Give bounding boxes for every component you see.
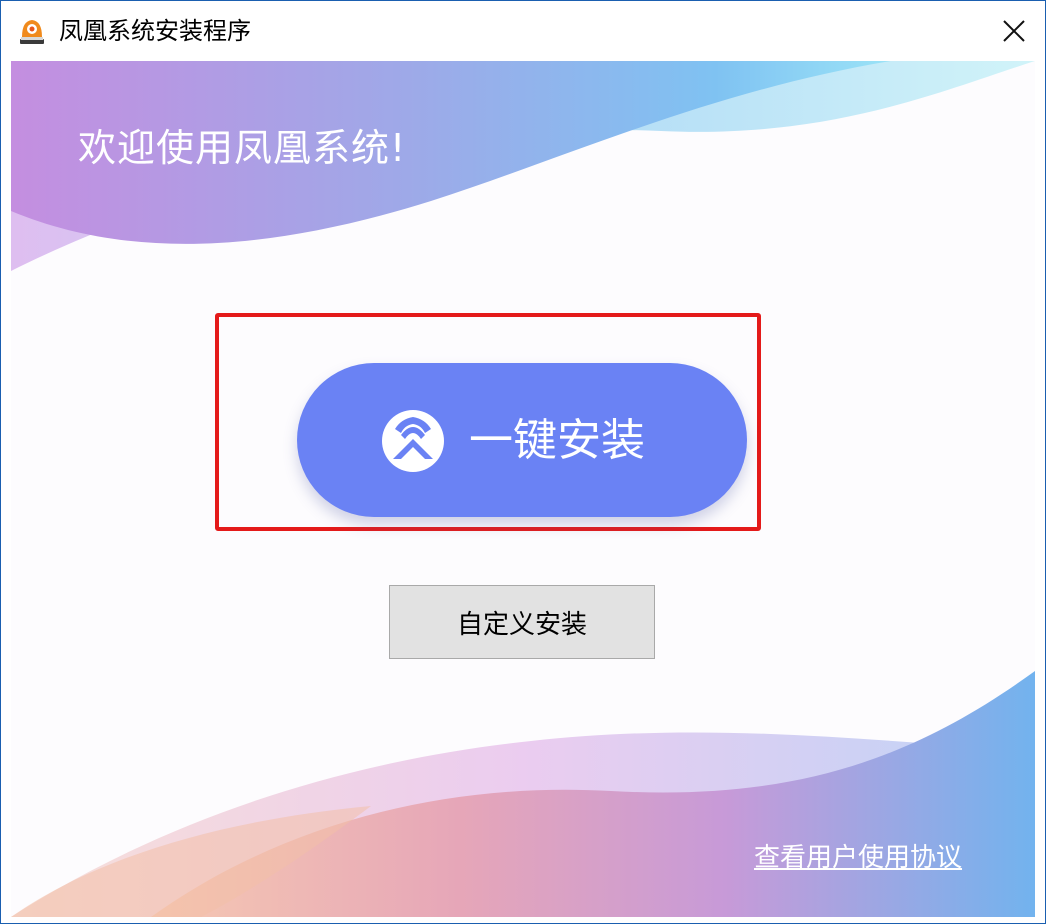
phoenix-logo-icon bbox=[382, 410, 444, 472]
phoenix-app-icon bbox=[20, 20, 44, 44]
custom-install-button[interactable]: 自定义安装 bbox=[389, 585, 655, 659]
one-click-install-button[interactable]: 一键安装 bbox=[297, 363, 747, 517]
welcome-heading: 欢迎使用凤凰系统! bbox=[78, 126, 407, 170]
one-click-install-label: 一键安装 bbox=[469, 415, 645, 466]
user-agreement-link[interactable]: 查看用户使用协议 bbox=[754, 837, 962, 874]
title-bar: 凤凰系统安装程序 bbox=[1, 1, 1045, 61]
installer-window: 凤凰系统安装程序 欢迎使用凤凰系统! 一键安装 自定义安装 查看用户使用协议 bbox=[0, 0, 1046, 924]
window-title: 凤凰系统安装程序 bbox=[59, 17, 251, 45]
installer-content: 欢迎使用凤凰系统! 一键安装 自定义安装 查看用户使用协议 bbox=[11, 61, 1035, 917]
close-button[interactable] bbox=[985, 5, 1043, 57]
close-icon bbox=[1003, 20, 1025, 42]
